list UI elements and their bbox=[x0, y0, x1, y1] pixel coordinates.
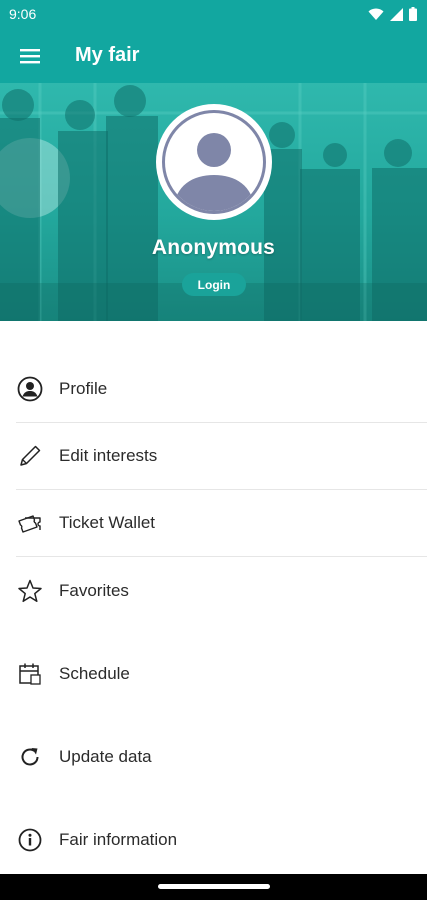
wifi-icon bbox=[368, 8, 384, 20]
user-avatar-icon bbox=[173, 133, 255, 211]
user-name: Anonymous bbox=[151, 236, 276, 259]
menu-item-fair-information[interactable]: Fair information bbox=[0, 806, 427, 873]
refresh-icon bbox=[16, 743, 44, 771]
pencil-icon bbox=[16, 442, 44, 470]
calendar-icon bbox=[16, 660, 44, 688]
menu-item-label: Favorites bbox=[59, 580, 129, 600]
star-icon bbox=[16, 577, 44, 605]
home-gesture-handle[interactable] bbox=[158, 884, 270, 889]
battery-icon bbox=[409, 7, 417, 21]
menu-item-label: Edit interests bbox=[59, 445, 158, 465]
menu-item-label: Schedule bbox=[59, 663, 130, 683]
status-bar: 9:06 bbox=[0, 0, 427, 28]
menu-item-label: Fair information bbox=[59, 829, 178, 849]
menu-item-profile[interactable]: Profile bbox=[0, 355, 427, 422]
tickets-icon bbox=[16, 509, 44, 537]
status-time: 9:06 bbox=[9, 6, 37, 22]
avatar[interactable] bbox=[156, 104, 272, 220]
menu-item-label: Update data bbox=[59, 746, 152, 766]
menu-item-label: Ticket Wallet bbox=[59, 512, 156, 532]
info-icon bbox=[16, 826, 44, 854]
menu-item-edit-interests[interactable]: Edit interests bbox=[0, 422, 427, 489]
page-title: My fair bbox=[75, 44, 140, 66]
system-navigation-bar bbox=[0, 874, 427, 900]
login-button[interactable]: Login bbox=[182, 273, 246, 296]
app-bar: My fair bbox=[0, 28, 427, 83]
menu-item-schedule[interactable]: Schedule bbox=[0, 640, 427, 707]
signal-icon bbox=[390, 7, 403, 21]
menu-item-favorites[interactable]: Favorites bbox=[0, 557, 427, 624]
hamburger-menu-icon bbox=[20, 48, 40, 63]
hamburger-menu-button[interactable] bbox=[0, 28, 60, 83]
menu-item-update-data[interactable]: Update data bbox=[0, 723, 427, 790]
avatar-frame bbox=[162, 110, 266, 214]
status-icons bbox=[368, 7, 417, 21]
menu-item-label: Profile bbox=[59, 378, 108, 398]
menu-item-ticket-wallet[interactable]: Ticket Wallet bbox=[0, 489, 427, 556]
profile-icon bbox=[16, 375, 44, 403]
